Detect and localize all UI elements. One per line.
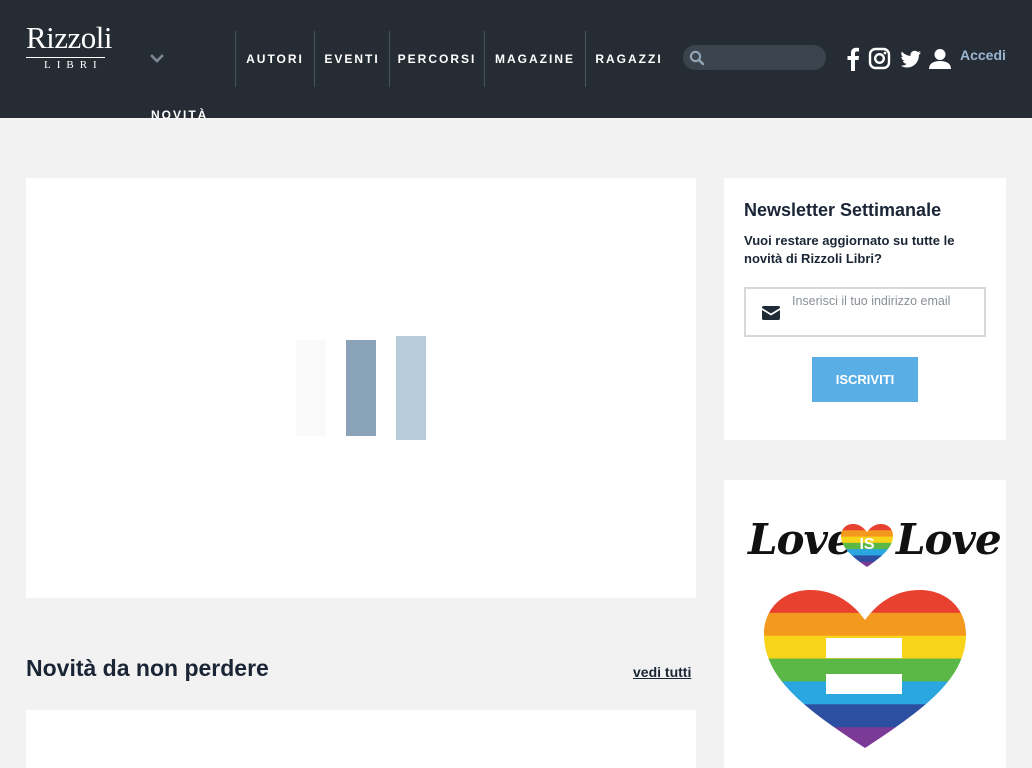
site-header: Rizzoli LIBRI NOVITÀ AUTORI EVENTI PERCO… — [0, 0, 1032, 122]
hero-slider — [26, 178, 696, 598]
instagram-icon[interactable] — [868, 47, 892, 76]
search-box[interactable] — [683, 45, 826, 70]
rainbow-stripe — [764, 612, 966, 637]
rainbow-stripe — [764, 727, 966, 748]
loader-bar — [346, 340, 376, 436]
rainbow-stripe — [841, 561, 893, 567]
nav-item-autori[interactable]: AUTORI — [235, 31, 314, 87]
love-is-love-banner[interactable]: Love IS Love — [724, 480, 1006, 768]
loader-bar — [296, 340, 326, 436]
nav-item-ragazzi[interactable]: RAGAZZI — [585, 31, 672, 87]
user-icon[interactable] — [929, 47, 951, 76]
chevron-down-icon[interactable] — [150, 52, 164, 66]
subscribe-button[interactable]: ISCRIVITI — [812, 357, 918, 402]
rainbow-stripe — [841, 524, 893, 531]
newsletter-box: Newsletter Settimanale Vuoi restare aggi… — [724, 178, 1006, 440]
logo-sub: LIBRI — [26, 57, 105, 71]
rainbow-heart-icon — [764, 590, 966, 748]
menu-novita[interactable]: NOVITÀ — [151, 108, 208, 122]
twitter-icon[interactable] — [899, 47, 923, 76]
newsletter-email-input[interactable] — [792, 293, 982, 309]
nav-item-percorsi[interactable]: PERCORSI — [389, 31, 484, 87]
newsletter-text: Vuoi restare aggiornato su tutte le novi… — [744, 233, 955, 266]
promo-word-left: Love — [748, 515, 854, 564]
newsletter-title: Newsletter Settimanale — [744, 200, 942, 220]
nav-item-eventi[interactable]: EVENTI — [314, 31, 389, 87]
promo-word-middle: IS — [859, 536, 874, 553]
view-all-link[interactable]: vedi tutti — [633, 664, 691, 680]
promo-word-right: Love — [896, 515, 1002, 564]
loader-bar — [396, 336, 426, 440]
rainbow-stripe — [764, 590, 966, 614]
search-icon — [689, 50, 705, 66]
rainbow-stripe — [841, 555, 893, 563]
nav-item-magazine[interactable]: MAGAZINE — [484, 31, 585, 87]
book-carousel — [26, 710, 696, 768]
login-link[interactable]: Accedi — [960, 47, 1006, 63]
search-input[interactable] — [711, 48, 819, 67]
rainbow-small-heart-icon: IS — [841, 524, 893, 567]
envelope-icon — [762, 306, 780, 320]
logo-name: Rizzoli — [26, 20, 113, 55]
rainbow-stripe — [764, 704, 966, 728]
facebook-icon[interactable] — [846, 47, 860, 76]
site-logo[interactable]: Rizzoli LIBRI — [26, 22, 126, 74]
newsletter-email-field[interactable] — [744, 287, 986, 337]
section-title: Novità da non perdere — [26, 655, 269, 681]
